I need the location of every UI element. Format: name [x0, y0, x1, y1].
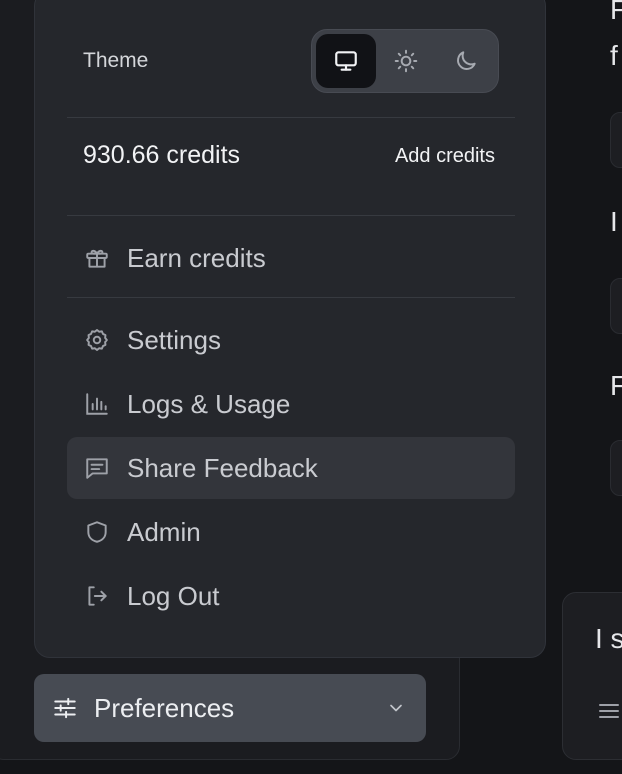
content-text-fragment: F	[610, 0, 622, 25]
monitor-icon	[333, 48, 359, 74]
message-square-icon	[83, 454, 111, 482]
add-credits-link[interactable]: Add credits	[395, 145, 495, 168]
gift-icon	[83, 244, 111, 272]
sliders-icon	[52, 695, 78, 721]
sliders-icon[interactable]	[597, 699, 621, 723]
credits-balance: 930.66 credits	[83, 141, 241, 169]
divider	[67, 117, 515, 118]
sun-icon	[393, 48, 419, 74]
menu-item-label: Earn credits	[127, 242, 266, 273]
bar-chart-icon	[83, 390, 111, 418]
input-box-fragment[interactable]	[610, 112, 622, 168]
theme-row: Theme	[83, 29, 499, 93]
chat-card-fragment: I s	[562, 592, 622, 760]
content-text-fragment: f	[610, 40, 618, 71]
shield-icon	[83, 518, 111, 546]
content-text-fragment: I	[610, 206, 618, 237]
menu-item-share-feedback[interactable]: Share Feedback	[67, 437, 515, 499]
theme-toggle	[311, 29, 499, 93]
moon-icon	[453, 48, 479, 74]
input-box-fragment[interactable]	[610, 278, 622, 334]
divider	[67, 215, 515, 216]
account-menu: Theme 930.66 credits Add credits Earn cr…	[34, 0, 546, 658]
menu-item-admin[interactable]: Admin	[67, 501, 515, 563]
menu-item-label: Logs & Usage	[127, 388, 291, 419]
preferences-label: Preferences	[94, 692, 235, 723]
theme-light-button[interactable]	[376, 34, 436, 88]
content-text-fragment: F	[610, 370, 622, 401]
menu-item-label: Admin	[127, 516, 201, 547]
input-box-fragment[interactable]	[610, 440, 622, 496]
theme-label: Theme	[83, 49, 149, 72]
menu-item-logs-usage[interactable]: Logs & Usage	[67, 373, 515, 435]
divider	[67, 297, 515, 298]
menu-item-label: Log Out	[127, 580, 220, 611]
gear-icon	[83, 326, 111, 354]
menu-item-label: Settings	[127, 324, 221, 355]
theme-dark-button[interactable]	[436, 34, 496, 88]
menu-item-earn-credits[interactable]: Earn credits	[67, 227, 515, 289]
preferences-button[interactable]: Preferences	[34, 674, 426, 742]
theme-system-button[interactable]	[316, 34, 376, 88]
menu-item-label: Share Feedback	[127, 452, 318, 483]
log-out-icon	[83, 582, 111, 610]
menu-item-settings[interactable]: Settings	[67, 309, 515, 371]
card-text-fragment: I s	[595, 623, 622, 654]
menu-item-log-out[interactable]: Log Out	[67, 565, 515, 627]
chevron-down-icon	[386, 698, 406, 718]
